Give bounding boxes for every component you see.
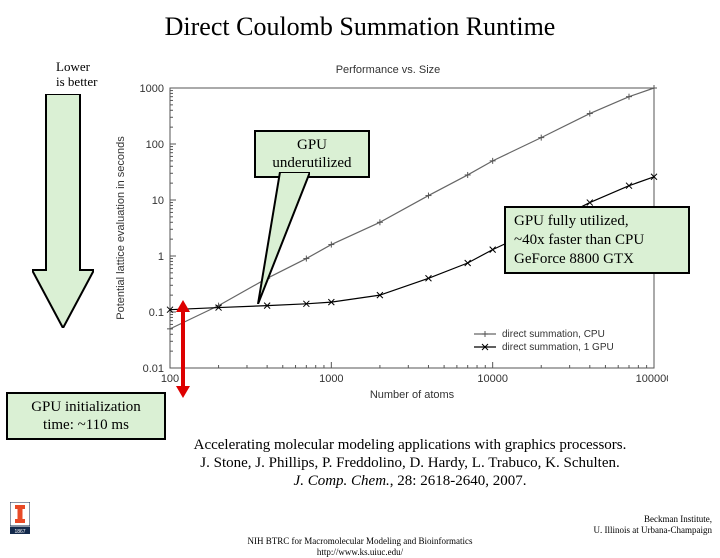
footer-center-1: NIH BTRC for Macromolecular Modeling and… [248,536,473,546]
svg-text:Potential lattice evaluation i: Potential lattice evaluation in seconds [115,136,127,320]
svg-text:0.1: 0.1 [149,307,164,319]
footer-right-1: Beckman Institute, [644,514,712,524]
citation-line1: Accelerating molecular modeling applicat… [194,437,627,453]
footer-center: NIH BTRC for Macromolecular Modeling and… [0,536,720,558]
footer-right: Beckman Institute, U. Illinois at Urbana… [594,514,712,536]
citation-line2: J. Stone, J. Phillips, P. Freddolino, D.… [200,455,619,471]
chart-title: Performance vs. Size [108,64,668,76]
svg-text:10000: 10000 [477,373,508,385]
svg-text:1000: 1000 [319,373,343,385]
isbetter-word: is better [56,74,98,89]
lower-word: Lower [56,59,90,74]
slide: Direct Coulomb Summation Runtime Lower i… [0,0,720,540]
svg-text:10: 10 [152,195,164,207]
callout-fully-text: GPU fully utilized,~40x faster than CPUG… [514,213,644,267]
svg-text:100: 100 [146,139,164,151]
down-arrow-icon [32,94,94,328]
footer-right-2: U. Illinois at Urbana-Champaign [594,525,712,535]
red-vertical-arrow-icon [172,300,194,398]
svg-text:Number of atoms: Number of atoms [370,389,455,401]
svg-text:1: 1 [158,251,164,263]
callout-fully-utilized: GPU fully utilized,~40x faster than CPUG… [504,206,690,274]
svg-text:1867: 1867 [14,529,25,534]
svg-text:1000: 1000 [140,83,164,95]
callout-underutilized-text: GPUunderutilized [272,137,351,171]
svg-text:100000: 100000 [636,373,668,385]
citation-rest: , 28: 2618-2640, 2007. [390,473,527,489]
page-title: Direct Coulomb Summation Runtime [0,12,720,42]
footer-center-2: http://www.ks.uiuc.edu/ [317,547,403,557]
callout-init-text: GPU initializationtime: ~110 ms [31,399,141,433]
svg-text:0.01: 0.01 [143,363,164,375]
svg-text:direct summation, CPU: direct summation, CPU [502,329,605,340]
callout-underutilized: GPUunderutilized [254,130,370,178]
svg-text:direct summation, 1 GPU: direct summation, 1 GPU [502,342,614,353]
illinois-logo-icon: 1867 [10,502,30,534]
lower-is-better-label: Lower is better [56,60,98,90]
callout-underutilized-pointer [250,172,310,304]
citation-journal: J. Comp. Chem. [294,473,390,489]
citation: Accelerating molecular modeling applicat… [110,436,710,490]
callout-init-time: GPU initializationtime: ~110 ms [6,392,166,440]
